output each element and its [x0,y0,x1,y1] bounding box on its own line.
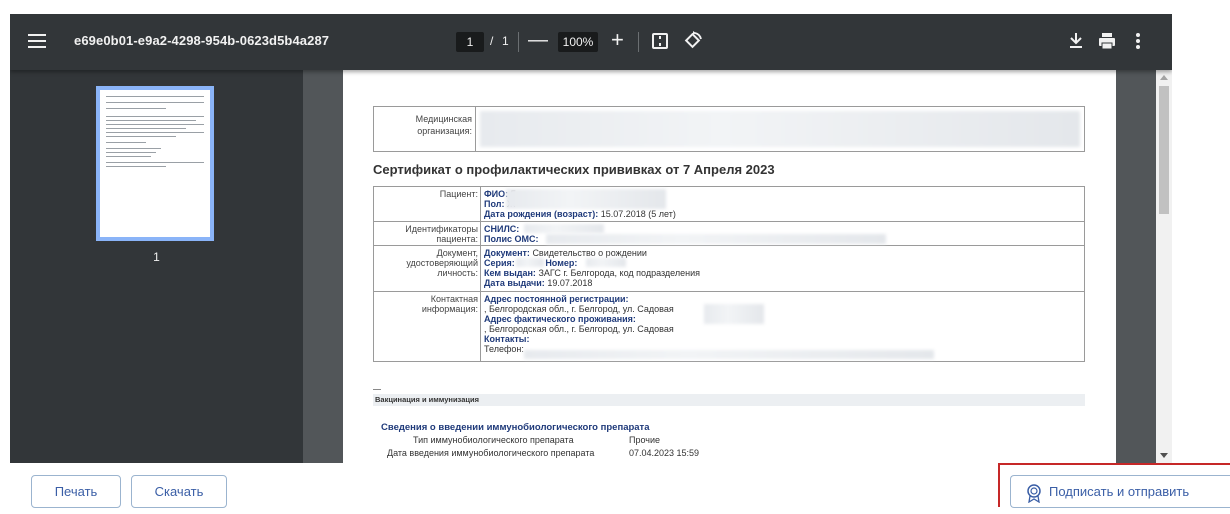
redacted-area [546,234,886,244]
table-row: Идентификаторы пациента: СНИЛС: Полис ОМ… [374,222,1084,246]
organization-box: Медицинская организация: [373,106,1085,152]
issued-value: ЗАГС г. Белгорода, код подразделения [538,268,701,278]
vaccine-type-value: Прочие [629,435,661,445]
download-button[interactable]: Скачать [131,475,227,508]
sign-and-send-button[interactable]: Подписать и отправить [1010,475,1230,508]
row-label: Пациент: [374,187,481,221]
organization-label: Медицинская организация: [374,107,476,151]
redacted-area [704,304,764,324]
vaccine-date-label: Дата введения иммунобиологического препа… [387,448,595,458]
redacted-area [516,258,544,267]
fact-address-key: Адрес фактического проживания: [484,314,636,324]
snils-key: СНИЛС: [484,224,520,234]
redacted-area [524,224,604,233]
table-row: Контактная информация: Адрес постоянной … [374,292,1084,362]
issue-date-key: Дата выдачи: [484,278,545,288]
thumbnail-page-number: 1 [153,250,160,264]
redacted-area [524,350,934,359]
redacted-area [586,258,626,267]
divider [373,389,381,390]
sex-key: Пол: [484,199,505,209]
page-thumbnail[interactable] [96,86,214,241]
table-row: Документ, удостоверяющий личность: Докум… [374,246,1084,292]
redacted-area [506,189,666,209]
zoom-in-icon[interactable]: + [611,27,624,53]
section-header: Вакцинация и иммунизация [373,394,1085,406]
reg-address-value: , Белгородская обл., г. Белгород, ул. Са… [484,304,674,314]
contacts-key: Контакты: [484,334,530,344]
issued-key: Кем выдан: [484,268,536,278]
fact-address-value: , Белгородская обл., г. Белгород, ул. Са… [484,324,674,334]
document-page: Медицинская организация: Сертификат о пр… [343,70,1116,463]
certificate-seal-icon [1025,483,1043,514]
reg-address-key: Адрес постоянной регистрации: [484,294,629,304]
viewer-toolbar: e69e0b01-e9a2-4298-954b-0623d5b4a287 1 /… [10,14,1172,70]
download-icon[interactable] [1067,31,1085,56]
rotate-icon[interactable] [682,30,704,57]
print-button[interactable]: Печать [31,475,121,508]
page-separator: / [490,34,494,48]
vaccine-date-value: 07.04.2023 15:59 [629,448,700,458]
page-number-input[interactable]: 1 [456,32,484,52]
redacted-area [480,111,1080,147]
thumbnail-sidebar: 1 [10,70,303,463]
zoom-out-icon[interactable]: — [528,29,548,52]
fit-page-icon[interactable] [652,33,668,49]
oms-key: Полис ОМС: [484,234,539,244]
scrollbar-thumb[interactable] [1159,86,1169,214]
certificate-title: Сертификат о профилактических прививках … [373,162,775,177]
scroll-down-arrow-icon[interactable] [1160,453,1168,458]
fio-key: ФИО: [484,189,509,199]
print-icon[interactable] [1097,32,1117,55]
document-title: e69e0b01-e9a2-4298-954b-0623d5b4a287 [74,33,330,48]
zoom-level-input[interactable]: 100% [558,32,598,52]
number-key: Номер: [545,258,578,268]
doc-key: Документ: [484,248,530,258]
row-value: Документ: Свидетельство о рождении Серия… [484,248,700,288]
vertical-scrollbar[interactable] [1156,70,1172,463]
series-key: Серия: [484,258,515,268]
row-label: Документ, удостоверяющий личность: [374,246,481,291]
dob-key: Дата рождения (возраст): [484,209,599,219]
page-total: 1 [502,34,509,48]
patient-info-table: Пациент: ФИО: Г Пол: Ж Дата рождения (во… [373,186,1085,362]
divider [518,32,519,52]
sign-button-label: Подписать и отправить [1049,484,1190,499]
vaccine-section-title: Сведения о введении иммунобиологического… [381,422,650,433]
doc-value: Свидетельство о рождении [532,248,647,258]
issue-date-value: 19.07.2018 [547,278,593,288]
divider [638,32,639,52]
dob-value: 15.07.2018 (5 лет) [600,209,676,219]
row-label: Идентификаторы пациента: [374,222,481,245]
table-row: Пациент: ФИО: Г Пол: Ж Дата рождения (во… [374,187,1084,222]
row-label: Контактная информация: [374,292,481,362]
more-vert-icon[interactable] [1135,32,1141,55]
pdf-viewer: e69e0b01-e9a2-4298-954b-0623d5b4a287 1 /… [10,14,1172,463]
menu-icon[interactable] [28,34,46,48]
row-value: Адрес постоянной регистрации: , Белгород… [484,294,674,354]
scroll-up-arrow-icon[interactable] [1160,75,1168,80]
vaccine-type-label: Тип иммунобиологического препарата [413,435,574,445]
